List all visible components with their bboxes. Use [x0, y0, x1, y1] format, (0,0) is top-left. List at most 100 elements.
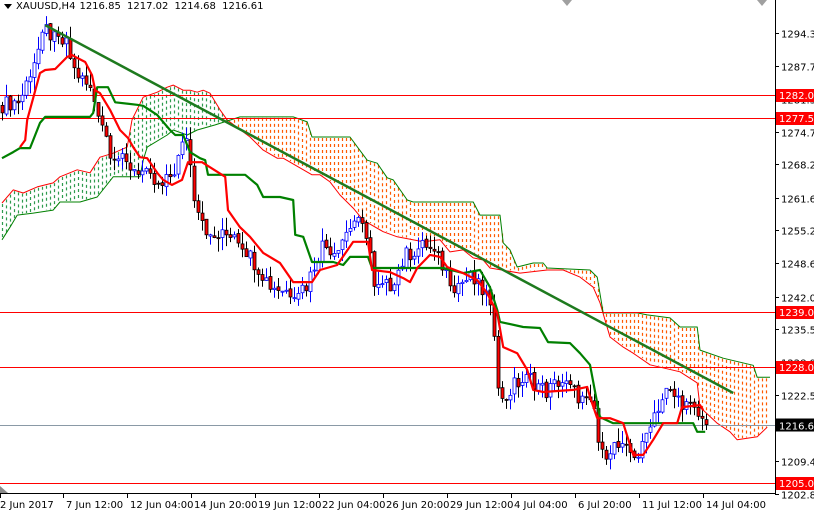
candle-body — [176, 154, 181, 175]
bullish-candle — [272, 281, 277, 298]
candle-body — [540, 382, 545, 386]
close-value: 1216.61 — [222, 1, 264, 12]
candle-body — [364, 222, 369, 239]
bearish-candle — [200, 201, 205, 231]
candle-body — [520, 382, 525, 386]
time-tick-label: 4 Jul 04:00 — [514, 500, 568, 511]
candle-body — [360, 217, 365, 224]
candle-body — [508, 394, 513, 401]
bearish-candle — [216, 230, 221, 252]
candle-body — [196, 200, 201, 213]
candle-body — [456, 282, 461, 295]
candle-body — [388, 277, 393, 292]
bullish-candle — [4, 84, 9, 117]
bullish-candle — [132, 169, 137, 177]
bullish-candle — [36, 36, 41, 70]
time-tick-label: 22 Jun 04:00 — [322, 500, 386, 511]
bearish-candle — [100, 106, 105, 132]
candle-body — [700, 415, 705, 419]
bullish-candle — [392, 282, 397, 295]
bearish-candle — [600, 432, 605, 459]
candle-body — [376, 284, 381, 289]
bearish-candle — [192, 158, 197, 208]
candle-body — [28, 76, 33, 83]
bearish-candle — [360, 209, 365, 233]
time-tick-label: 12 Jun 04:00 — [130, 500, 194, 511]
candle-body — [384, 279, 389, 284]
candle-body — [280, 290, 285, 293]
bullish-candle — [520, 371, 525, 398]
candle-body — [172, 174, 177, 177]
candle-body — [356, 217, 361, 223]
bullish-candle — [280, 290, 285, 297]
bullish-candle — [580, 391, 585, 410]
level-price-label: 1205.00 — [779, 479, 814, 490]
bullish-candle — [308, 266, 313, 303]
bearish-candle — [204, 218, 209, 239]
bullish-candle — [344, 220, 349, 249]
price-tick-label: 1209.45 — [781, 458, 814, 469]
dropdown-triangle-icon[interactable] — [4, 4, 12, 9]
candle-body — [532, 372, 537, 390]
time-tick-label: 7 Jun 12:00 — [66, 500, 123, 511]
bullish-candle — [552, 371, 557, 391]
tenkan-sen-line — [19, 53, 705, 456]
candle-body — [320, 240, 325, 263]
price-tick-label: 1202.85 — [781, 491, 814, 502]
bearish-candle — [544, 379, 549, 402]
bullish-candle — [664, 387, 669, 405]
candle-body — [80, 75, 85, 79]
candle-body — [608, 453, 613, 460]
bearish-candle — [324, 234, 329, 250]
bearish-candle — [304, 283, 309, 297]
candle-body — [132, 169, 137, 172]
candle-body — [120, 153, 125, 159]
candle-body — [580, 395, 585, 403]
candle-body — [220, 229, 225, 238]
candle-body — [416, 248, 421, 257]
candle-body — [420, 240, 425, 249]
bullish-candle — [656, 399, 661, 423]
bearish-candle — [424, 235, 429, 251]
candle-body — [560, 382, 565, 387]
candle-body — [60, 37, 65, 45]
level-price-label: 1228.00 — [779, 363, 814, 374]
bearish-candle — [260, 268, 265, 287]
level-price-label: 1282.00 — [779, 91, 814, 102]
price-axis-background — [776, 0, 814, 514]
candle-body — [504, 399, 509, 401]
candle-body — [604, 449, 609, 460]
bullish-candle — [332, 242, 337, 260]
bullish-candle — [296, 286, 301, 306]
price-tick-label: 1261.65 — [781, 195, 814, 206]
bullish-candle — [560, 373, 565, 398]
bullish-candle — [20, 83, 25, 111]
candle-body — [84, 75, 89, 85]
bullish-candle — [612, 441, 617, 460]
bearish-candle — [704, 413, 709, 431]
candle-body — [140, 170, 145, 176]
chart-shift-marker-icon — [0, 486, 8, 493]
candle-body — [144, 168, 149, 172]
bullish-candle — [536, 379, 541, 395]
bullish-candle — [300, 276, 305, 300]
candle-body — [600, 441, 605, 450]
candle-body — [152, 173, 157, 185]
candle-body — [556, 380, 561, 387]
time-tick-label: 29 Jun 12:00 — [450, 500, 514, 511]
candle-body — [292, 297, 297, 300]
candle-body — [24, 80, 29, 96]
bullish-candle — [540, 375, 545, 398]
candle-body — [76, 67, 81, 79]
bullish-candle — [380, 275, 385, 288]
candle-body — [180, 141, 185, 156]
candle-body — [296, 293, 301, 300]
price-chart[interactable]: 1294.351287.751281.301274.701268.251261.… — [0, 0, 814, 514]
bearish-candle — [576, 380, 581, 409]
candle-body — [688, 401, 693, 404]
time-tick-label: 14 Jun 20:00 — [194, 500, 258, 511]
candle-body — [324, 239, 329, 249]
candle-body — [464, 279, 469, 283]
candle-body — [620, 443, 625, 448]
bullish-candle — [28, 69, 33, 94]
